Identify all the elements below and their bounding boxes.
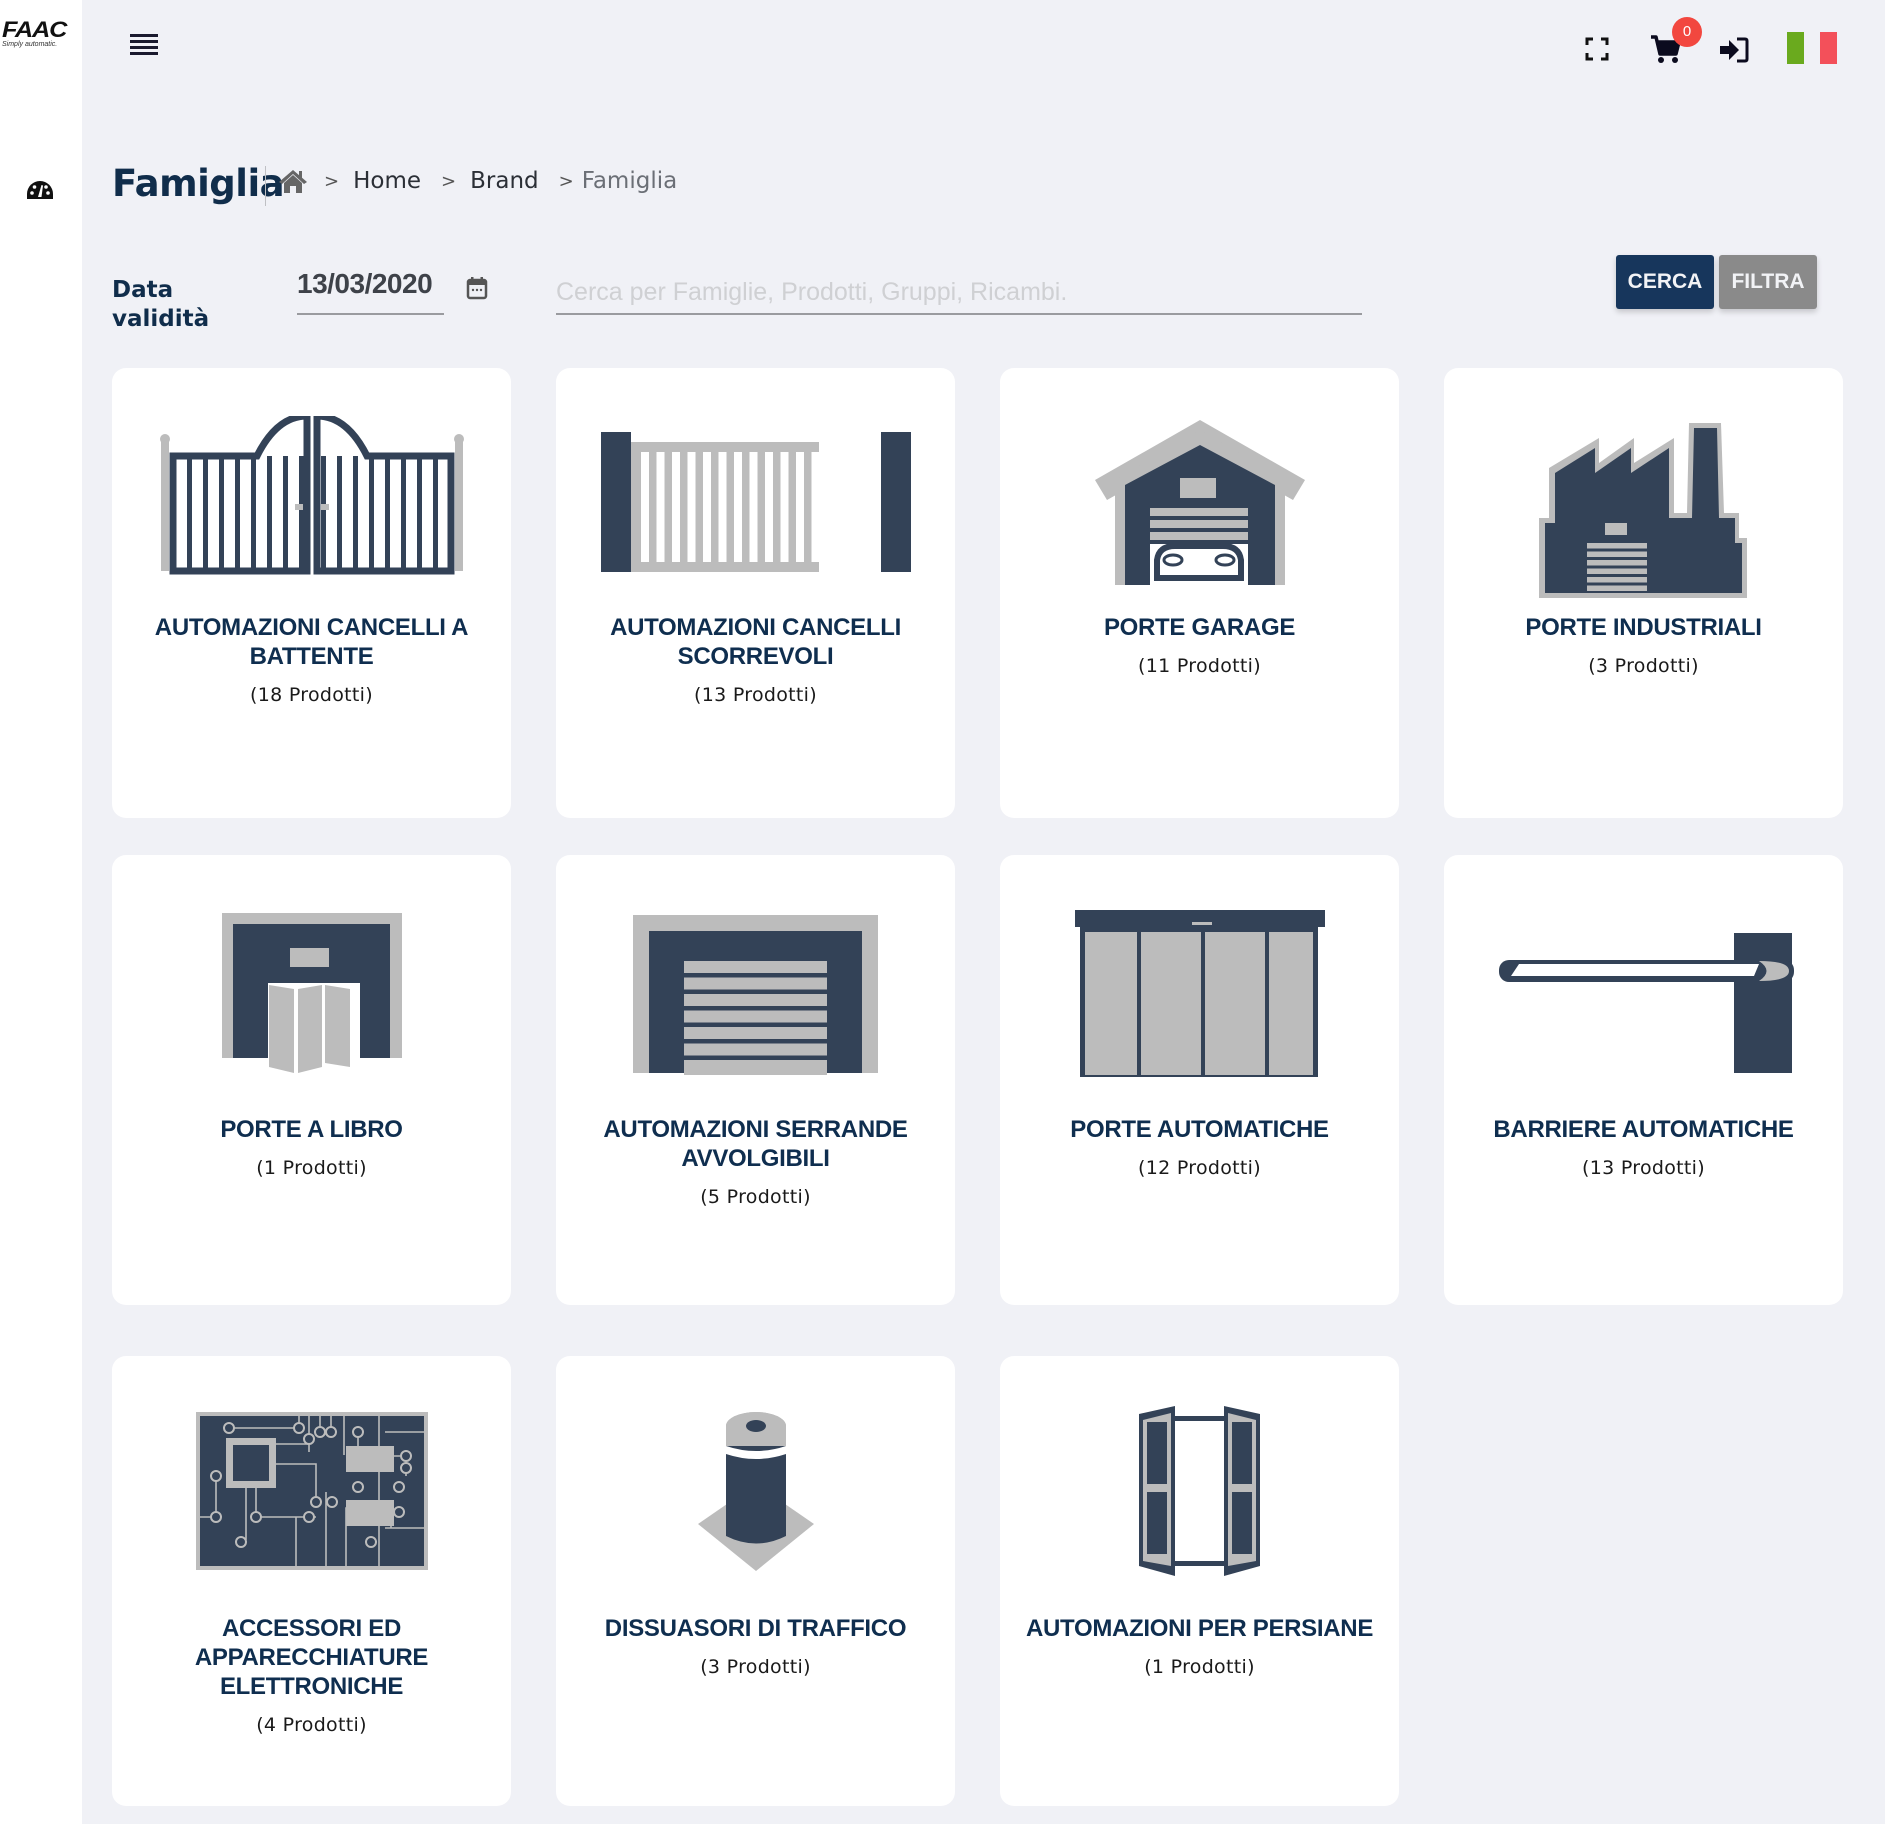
family-title: DISSUASORI DI TRAFFICO (3 Prodotti) (576, 1614, 935, 1682)
family-product-count: (1 Prodotti) (1144, 1656, 1255, 1678)
logo-tagline: Simply automatic. (2, 41, 58, 48)
date-label-line1: Data (112, 277, 174, 303)
family-card[interactable]: ACCESSORI ED APPARECCHIATURE ELETTRONICH… (112, 1356, 511, 1806)
family-product-count: (5 Prodotti) (700, 1186, 811, 1208)
swing-gate-icon (112, 416, 511, 646)
breadcrumb: > Home > Brand > Famiglia (278, 168, 677, 194)
menu-icon-bar (130, 40, 158, 43)
faac-logo[interactable]: FAAC Simply automatic. (2, 19, 74, 49)
date-label-line2: validità (112, 306, 210, 332)
family-title: PORTE AUTOMATICHE (12 Prodotti) (1020, 1115, 1379, 1183)
home-icon[interactable] (278, 168, 308, 194)
family-title: PORTE A LIBRO (1 Prodotti) (132, 1115, 491, 1183)
family-card[interactable]: AUTOMAZIONI PER PERSIANE (1 Prodotti) (1000, 1356, 1399, 1806)
family-card[interactable]: PORTE A LIBRO (1 Prodotti) (112, 855, 511, 1305)
breadcrumb-separator: > (558, 170, 574, 192)
family-card[interactable]: BARRIERE AUTOMATICHE (13 Prodotti) (1444, 855, 1843, 1305)
family-card[interactable]: AUTOMAZIONI SERRANDE AVVOLGIBILI (5 Prodo… (556, 855, 955, 1305)
family-name: PORTE INDUSTRIALI (1525, 614, 1762, 641)
cart-count-badge: 0 (1672, 17, 1702, 47)
family-name: DISSUASORI DI TRAFFICO (604, 1615, 907, 1642)
flag-white (1803, 32, 1821, 64)
family-name: ACCESSORI ED APPARECCHIATURE ELETTRONICH… (194, 1615, 429, 1700)
main-content: 0 Famiglia > Home > Brand > Famiglia Dat… (82, 0, 1885, 1824)
fullscreen-icon[interactable] (1585, 37, 1609, 61)
search-button[interactable]: CERCA (1616, 255, 1714, 309)
flag-red (1820, 32, 1838, 64)
family-product-count: (3 Prodotti) (1588, 655, 1699, 677)
family-card[interactable]: PORTE GARAGE (11 Prodotti) (1000, 368, 1399, 818)
family-name: AUTOMAZIONI CANCELLI A BATTENTE (154, 614, 469, 670)
sidebar: FAAC Simply automatic. (0, 0, 82, 1827)
date-validity-label: Data validità (112, 276, 209, 334)
circuit-board-icon (112, 1412, 511, 1642)
family-card[interactable]: DISSUASORI DI TRAFFICO (3 Prodotti) (556, 1356, 955, 1806)
menu-icon (130, 34, 158, 37)
search-input[interactable] (556, 268, 1362, 315)
family-name: PORTE AUTOMATICHE (1070, 1116, 1329, 1143)
breadcrumb-home[interactable]: Home (353, 168, 421, 194)
family-name: PORTE A LIBRO (220, 1116, 403, 1143)
family-card[interactable]: PORTE AUTOMATICHE (12 Prodotti) (1000, 855, 1399, 1305)
family-name: PORTE GARAGE (1103, 614, 1296, 641)
family-name: AUTOMAZIONI SERRANDE AVVOLGIBILI (603, 1116, 908, 1172)
menu-icon-bar (130, 52, 158, 55)
filter-button[interactable]: FILTRA (1719, 255, 1817, 309)
family-title: ACCESSORI ED APPARECCHIATURE ELETTRONICH… (132, 1614, 491, 1740)
family-title: AUTOMAZIONI CANCELLI A BATTENTE (18 Prodo… (132, 613, 491, 710)
bollard-icon (556, 1406, 955, 1636)
logo-wordmark: FAAC (2, 17, 67, 42)
family-title: PORTE INDUSTRIALI (3 Prodotti) (1464, 613, 1823, 681)
family-product-count: (3 Prodotti) (700, 1656, 811, 1678)
family-name: BARRIERE AUTOMATICHE (1493, 1116, 1794, 1143)
family-name: AUTOMAZIONI PER PERSIANE (1025, 1615, 1374, 1642)
family-product-count: (12 Prodotti) (1138, 1157, 1261, 1179)
family-product-count: (1 Prodotti) (256, 1157, 367, 1179)
family-title: AUTOMAZIONI CANCELLI SCORREVOLI (13 Prodo… (576, 613, 935, 710)
breadcrumb-separator: > (324, 170, 340, 192)
family-product-count: (18 Prodotti) (250, 684, 373, 706)
family-product-count: (13 Prodotti) (1582, 1157, 1705, 1179)
family-card[interactable]: PORTE INDUSTRIALI (3 Prodotti) (1444, 368, 1843, 818)
rolling-shutter-icon (556, 915, 955, 1145)
shutters-icon (1000, 1406, 1399, 1636)
family-card[interactable]: AUTOMAZIONI CANCELLI SCORREVOLI (13 Prodo… (556, 368, 955, 818)
breadcrumb-separator: > (441, 170, 457, 192)
menu-icon-bar (130, 46, 158, 49)
family-product-count: (11 Prodotti) (1138, 655, 1261, 677)
family-title: AUTOMAZIONI PER PERSIANE (1 Prodotti) (1020, 1614, 1379, 1682)
family-title: PORTE GARAGE (11 Prodotti) (1020, 613, 1379, 681)
family-product-count: (4 Prodotti) (256, 1714, 367, 1736)
family-title: BARRIERE AUTOMATICHE (13 Prodotti) (1464, 1115, 1823, 1183)
automatic-door-icon (1000, 910, 1399, 1140)
family-name: AUTOMAZIONI CANCELLI SCORREVOLI (610, 614, 901, 670)
family-product-count: (13 Prodotti) (694, 684, 817, 706)
page-title: Famiglia (112, 162, 285, 205)
menu-toggle-button[interactable] (130, 34, 158, 56)
dashboard-icon[interactable] (26, 180, 54, 200)
login-icon[interactable] (1719, 37, 1749, 63)
breadcrumb-brand[interactable]: Brand (470, 168, 539, 194)
breadcrumb-current: Famiglia (581, 168, 678, 194)
folding-door-icon (112, 913, 511, 1143)
title-divider (265, 166, 266, 206)
flag-green (1787, 32, 1804, 64)
family-title: AUTOMAZIONI SERRANDE AVVOLGIBILI (5 Prodo… (576, 1115, 935, 1212)
date-validity-input[interactable]: 13/03/2020 (297, 268, 444, 315)
calendar-icon[interactable] (466, 276, 488, 300)
language-flag-it[interactable] (1787, 32, 1838, 64)
family-card[interactable]: AUTOMAZIONI CANCELLI A BATTENTE (18 Prodo… (112, 368, 511, 818)
